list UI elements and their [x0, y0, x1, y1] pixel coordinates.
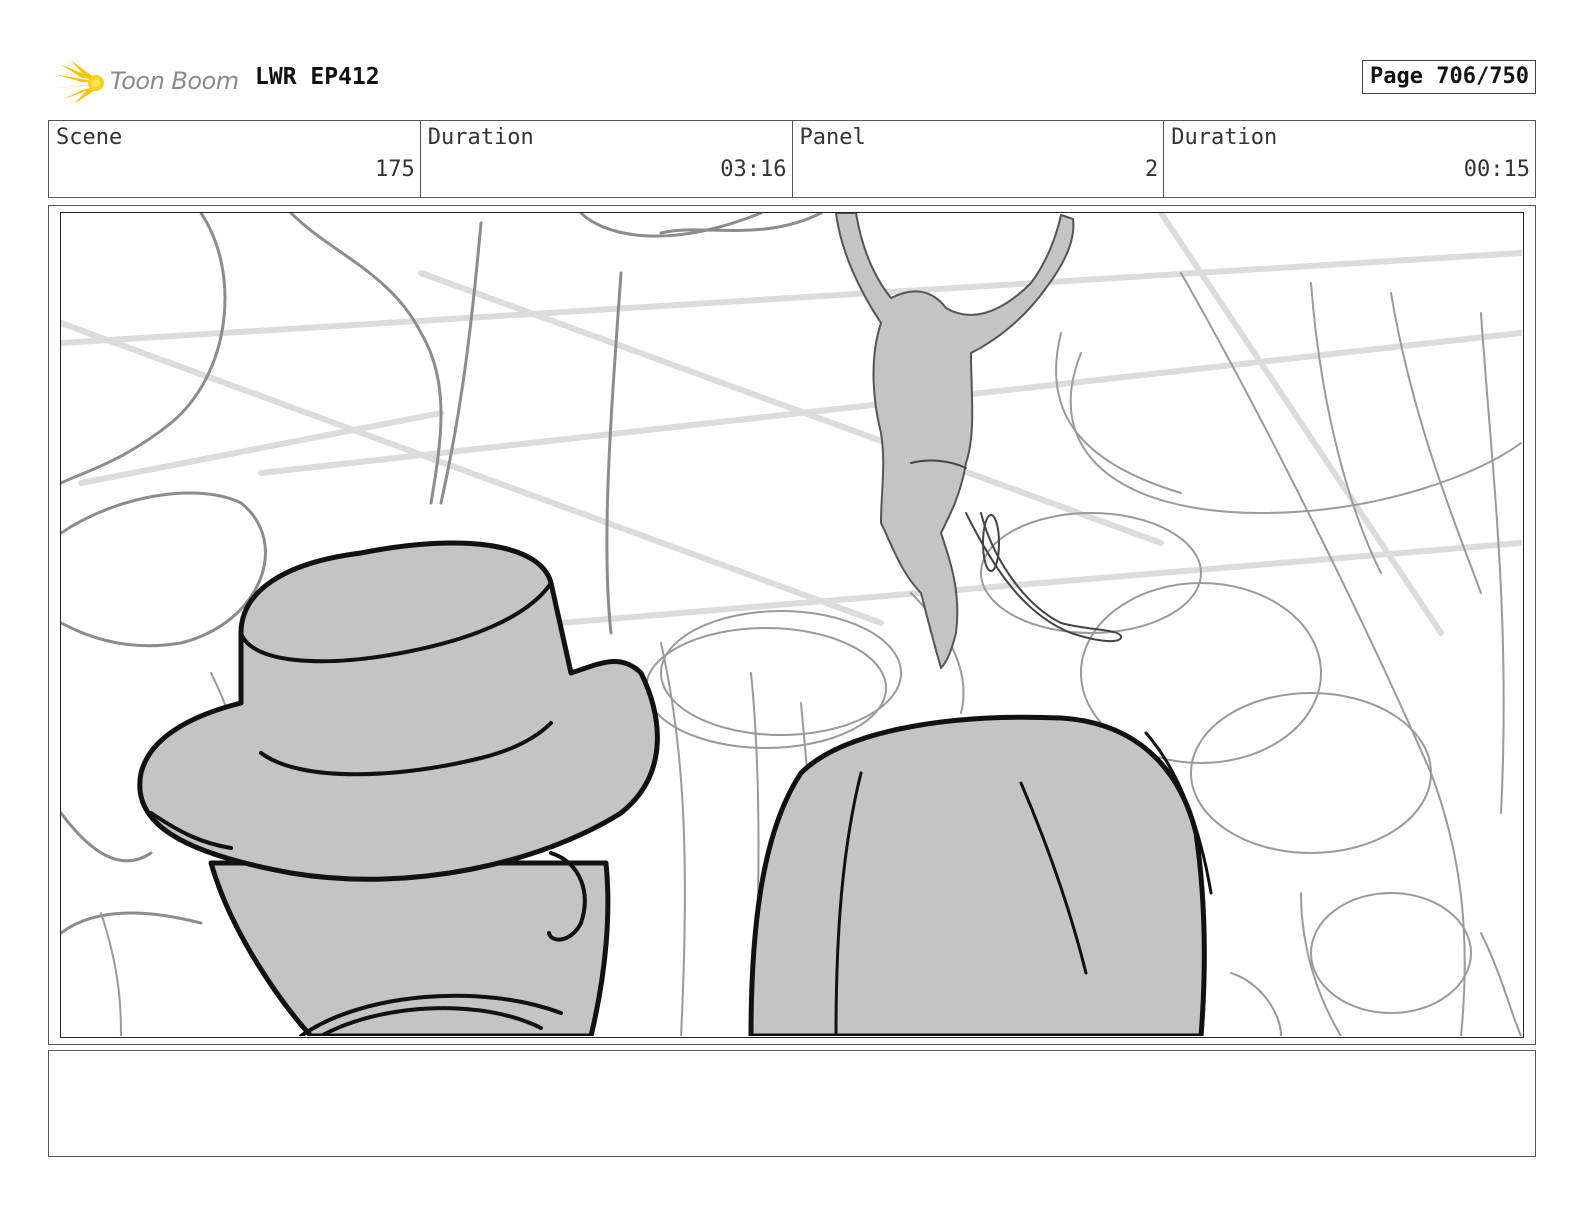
scene-duration-value: 03:16 — [720, 157, 787, 182]
toon-boom-logo: Toon Boom — [52, 58, 252, 104]
page-header: Toon Boom LWR EP412 Page 706/750 — [48, 56, 1536, 106]
info-cell-scene: Scene 175 — [49, 121, 421, 197]
project-title: LWR EP412 — [255, 64, 380, 90]
notes-box — [48, 1050, 1536, 1157]
sunburst-icon — [54, 60, 104, 104]
info-cell-panel: Panel 2 — [793, 121, 1165, 197]
storyboard-panel-image — [60, 212, 1524, 1038]
panel-duration-value: 00:15 — [1463, 157, 1530, 182]
scene-duration-label: Duration — [427, 125, 534, 150]
page-number: Page 706/750 — [1362, 60, 1536, 94]
panel-label: Panel — [799, 125, 866, 150]
info-cell-scene-duration: Duration 03:16 — [421, 121, 793, 197]
panel-duration-label: Duration — [1171, 125, 1278, 150]
scene-info-table: Scene 175 Duration 03:16 Panel 2 Duratio… — [48, 120, 1536, 198]
info-cell-panel-duration: Duration 00:15 — [1164, 121, 1535, 197]
scene-value: 175 — [375, 157, 415, 182]
logo-text: Toon Boom — [110, 67, 239, 95]
storyboard-sketch-icon — [61, 213, 1522, 1036]
scene-label: Scene — [56, 125, 123, 150]
panel-frame — [48, 205, 1536, 1045]
panel-value: 2 — [1145, 157, 1159, 182]
